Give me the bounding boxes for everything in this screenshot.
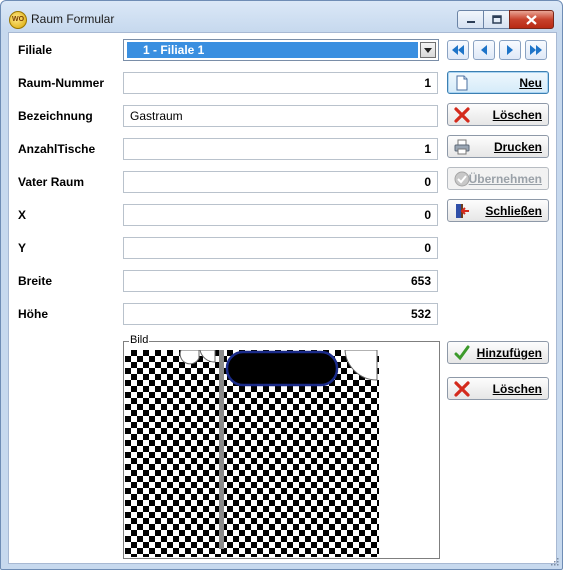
bild-loeschen-button-label: Löschen [492,382,542,396]
loeschen-button-label: Löschen [492,108,542,122]
breite-label: Breite [18,274,53,288]
schliessen-button[interactable]: Schließen [447,199,549,222]
raum-nummer-label: Raum-Nummer [18,76,105,90]
previous-record-button[interactable] [473,40,495,60]
resize-grip-icon[interactable] [549,556,559,566]
bild-label: Bild [129,334,150,346]
new-document-icon [456,75,468,91]
raum-formular-window: WO Raum Formular Filiale 1 - Filiale 1 R… [0,0,563,570]
anzahl-tische-field[interactable]: 1 [123,138,438,160]
bezeichnung-label: Bezeichnung [18,109,93,123]
close-icon [526,14,537,25]
loeschen-button[interactable]: Löschen [447,103,549,126]
y-label: Y [18,241,27,255]
window-title: Raum Formular [31,12,115,26]
form-area: Filiale 1 - Filiale 1 Raum-Nummer 1 Beze… [8,32,557,564]
maximize-button[interactable] [483,10,510,29]
hinzufuegen-button[interactable]: Hinzufügen [447,341,549,364]
minimize-button[interactable] [457,10,484,29]
dropdown-button[interactable] [420,42,436,58]
delete-icon [454,107,470,123]
next-record-button[interactable] [499,40,521,60]
neu-button[interactable]: Neu [447,71,549,94]
previous-record-icon [481,45,487,55]
drucken-button-label: Drucken [493,140,542,154]
printer-icon [454,139,470,155]
minimize-icon [466,20,475,23]
room-image-preview [125,350,379,557]
app-icon: WO [9,11,27,29]
title-bar[interactable]: WO Raum Formular [1,1,562,33]
close-button[interactable] [509,10,554,29]
breite-field[interactable]: 653 [123,270,438,292]
x-label: X [18,208,27,222]
bild-loeschen-button[interactable]: Löschen [447,377,549,400]
drucken-button[interactable]: Drucken [447,135,549,158]
filiale-label: Filiale [18,43,53,57]
room-layout-shapes [179,350,378,549]
last-record-button[interactable] [525,40,547,60]
schliessen-button-label: Schließen [485,204,542,218]
uebernehmen-button[interactable]: Übernehmen [447,167,549,190]
anzahl-tische-label: AnzahlTische [18,142,96,156]
hoehe-field[interactable]: 532 [123,303,438,325]
hinzufuegen-button-label: Hinzufügen [476,346,542,360]
filiale-select[interactable]: 1 - Filiale 1 [123,39,439,61]
next-record-icon [507,45,513,55]
window-controls [457,10,554,29]
chevron-down-icon [424,47,432,53]
y-field[interactable]: 0 [123,237,438,259]
last-record-icon [530,45,542,55]
first-record-icon [452,45,464,55]
filiale-selected-value: 1 - Filiale 1 [127,42,418,58]
uebernehmen-button-label: Übernehmen [468,172,542,186]
vater-raum-field[interactable]: 0 [123,171,438,193]
vater-raum-label: Vater Raum [18,175,85,189]
bild-groupbox: Bild [123,334,440,559]
checkmark-icon [454,345,470,361]
apply-icon [454,171,470,187]
delete-icon [454,381,470,397]
exit-door-icon [456,204,469,218]
neu-button-label: Neu [519,76,542,90]
bezeichnung-field[interactable]: Gastraum [123,105,438,127]
hoehe-label: Höhe [18,307,48,321]
x-field[interactable]: 0 [123,204,438,226]
raum-nummer-field[interactable]: 1 [123,72,438,94]
first-record-button[interactable] [447,40,469,60]
maximize-icon [491,15,502,24]
